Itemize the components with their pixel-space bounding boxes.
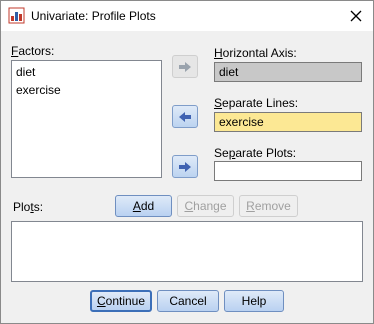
close-button[interactable] [345, 5, 367, 27]
arrow-left-icon [179, 111, 191, 122]
separate-lines-label: Separate Lines: [214, 96, 299, 110]
horizontal-axis-field[interactable]: diet [214, 62, 362, 82]
factors-label: Factors: [11, 44, 55, 58]
cancel-button[interactable]: Cancel [157, 290, 219, 312]
horizontal-axis-label: Horizontal Axis: [214, 46, 297, 60]
plots-listbox[interactable] [11, 221, 363, 282]
separate-plots-field[interactable] [214, 161, 362, 181]
continue-button[interactable]: Continue [90, 290, 152, 312]
remove-button[interactable]: Remove [239, 195, 298, 217]
add-button[interactable]: Add [115, 195, 172, 217]
separate-plots-label: Separate Plots: [214, 146, 297, 160]
window-title: Univariate: Profile Plots [31, 9, 156, 23]
change-button[interactable]: Change [177, 195, 234, 217]
factors-listbox[interactable]: diet exercise [11, 60, 162, 178]
move-to-horizontal-axis-button[interactable] [172, 55, 198, 78]
help-button[interactable]: Help [224, 290, 284, 312]
profile-plots-dialog: Univariate: Profile Plots Factors: diet … [0, 0, 374, 324]
plots-label: Plots: [13, 200, 44, 214]
app-icon [8, 7, 25, 24]
title-bar: Univariate: Profile Plots [1, 1, 373, 31]
arrow-right-icon [179, 61, 191, 72]
list-item-exercise[interactable]: exercise [16, 83, 61, 97]
separate-lines-field[interactable]: exercise [214, 112, 362, 132]
move-to-separate-lines-button[interactable] [172, 105, 198, 128]
list-item-diet[interactable]: diet [16, 65, 35, 79]
close-icon [350, 10, 362, 22]
move-to-separate-plots-button[interactable] [172, 155, 198, 178]
arrow-right-icon [179, 161, 191, 172]
